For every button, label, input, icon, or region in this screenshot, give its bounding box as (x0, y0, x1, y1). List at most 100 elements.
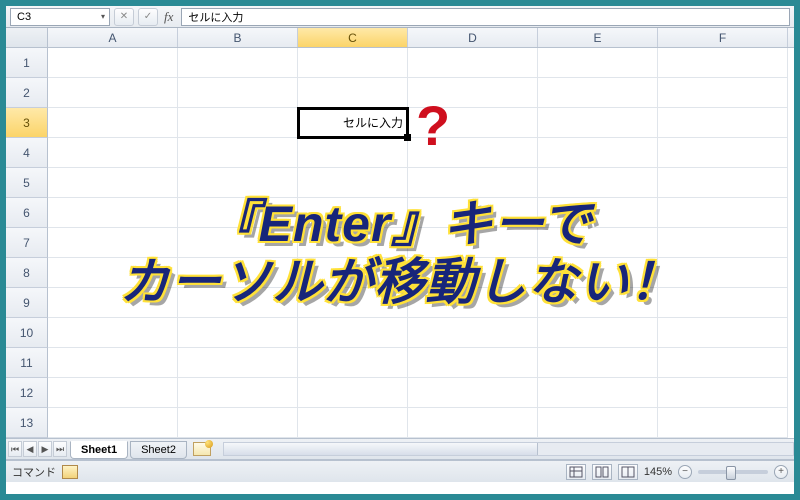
row-header-2[interactable]: 2 (6, 78, 48, 108)
row-header-8[interactable]: 8 (6, 258, 48, 288)
cell-B10[interactable] (178, 318, 298, 348)
column-header-D[interactable]: D (408, 28, 538, 47)
cell-B9[interactable] (178, 288, 298, 318)
cell-B11[interactable] (178, 348, 298, 378)
row-header-10[interactable]: 10 (6, 318, 48, 348)
cell-F12[interactable] (658, 378, 788, 408)
cell-D5[interactable] (408, 168, 538, 198)
cell-F7[interactable] (658, 228, 788, 258)
cell-A1[interactable] (48, 48, 178, 78)
fill-handle[interactable] (404, 134, 411, 141)
cell-B2[interactable] (178, 78, 298, 108)
cell-C11[interactable] (298, 348, 408, 378)
sheet-tab-sheet2[interactable]: Sheet2 (130, 441, 187, 459)
cell-D10[interactable] (408, 318, 538, 348)
macro-record-icon[interactable] (62, 465, 78, 479)
row-header-9[interactable]: 9 (6, 288, 48, 318)
zoom-in-button[interactable]: + (774, 465, 788, 479)
cell-F6[interactable] (658, 198, 788, 228)
cell-B3[interactable] (178, 108, 298, 138)
cell-F11[interactable] (658, 348, 788, 378)
sheet-nav-first[interactable]: ⏮ (8, 441, 22, 457)
new-sheet-icon[interactable] (193, 442, 211, 456)
cell-F8[interactable] (658, 258, 788, 288)
cell-E11[interactable] (538, 348, 658, 378)
cell-C1[interactable] (298, 48, 408, 78)
row-header-6[interactable]: 6 (6, 198, 48, 228)
cell-F5[interactable] (658, 168, 788, 198)
row-header-3[interactable]: 3 (6, 108, 48, 138)
zoom-out-button[interactable]: − (678, 465, 692, 479)
row-header-5[interactable]: 5 (6, 168, 48, 198)
cancel-formula-button[interactable]: ✕ (114, 8, 134, 26)
cell-A11[interactable] (48, 348, 178, 378)
column-header-B[interactable]: B (178, 28, 298, 47)
cell-C9[interactable] (298, 288, 408, 318)
cell-F1[interactable] (658, 48, 788, 78)
cell-E6[interactable] (538, 198, 658, 228)
cell-B12[interactable] (178, 378, 298, 408)
cell-F13[interactable] (658, 408, 788, 438)
cell-F10[interactable] (658, 318, 788, 348)
cell-C7[interactable] (298, 228, 408, 258)
cell-C6[interactable] (298, 198, 408, 228)
sheet-nav-next[interactable]: ▶ (38, 441, 52, 457)
column-header-F[interactable]: F (658, 28, 788, 47)
cell-D13[interactable] (408, 408, 538, 438)
cell-E10[interactable] (538, 318, 658, 348)
cell-A7[interactable] (48, 228, 178, 258)
cell-A8[interactable] (48, 258, 178, 288)
cell-E12[interactable] (538, 378, 658, 408)
cell-A12[interactable] (48, 378, 178, 408)
cell-F3[interactable] (658, 108, 788, 138)
view-pagebreak-button[interactable] (618, 464, 638, 480)
cell-E5[interactable] (538, 168, 658, 198)
accept-formula-button[interactable]: ✓ (138, 8, 158, 26)
cell-B5[interactable] (178, 168, 298, 198)
cell-A9[interactable] (48, 288, 178, 318)
cell-C12[interactable] (298, 378, 408, 408)
cell-D12[interactable] (408, 378, 538, 408)
cell-C8[interactable] (298, 258, 408, 288)
cell-B1[interactable] (178, 48, 298, 78)
cell-B7[interactable] (178, 228, 298, 258)
cell-D3[interactable] (408, 108, 538, 138)
cell-A10[interactable] (48, 318, 178, 348)
zoom-value[interactable]: 145% (644, 466, 672, 478)
cell-D7[interactable] (408, 228, 538, 258)
select-all-corner[interactable] (6, 28, 48, 47)
row-header-1[interactable]: 1 (6, 48, 48, 78)
sheet-nav-prev[interactable]: ◀ (23, 441, 37, 457)
cell-A5[interactable] (48, 168, 178, 198)
cell-D1[interactable] (408, 48, 538, 78)
cell-A6[interactable] (48, 198, 178, 228)
formula-bar[interactable]: セルに入力 (181, 8, 790, 26)
cell-E13[interactable] (538, 408, 658, 438)
cell-D4[interactable] (408, 138, 538, 168)
sheet-nav-last[interactable]: ⏭ (53, 441, 67, 457)
cell-B13[interactable] (178, 408, 298, 438)
cell-E7[interactable] (538, 228, 658, 258)
cell-E2[interactable] (538, 78, 658, 108)
cell-A3[interactable] (48, 108, 178, 138)
column-header-A[interactable]: A (48, 28, 178, 47)
cell-D8[interactable] (408, 258, 538, 288)
cell-E1[interactable] (538, 48, 658, 78)
cell-A2[interactable] (48, 78, 178, 108)
cell-C10[interactable] (298, 318, 408, 348)
row-header-7[interactable]: 7 (6, 228, 48, 258)
name-box[interactable]: C3 ▾ (10, 8, 110, 26)
cell-B4[interactable] (178, 138, 298, 168)
cell-C4[interactable] (298, 138, 408, 168)
cell-D2[interactable] (408, 78, 538, 108)
cell-E8[interactable] (538, 258, 658, 288)
cell-E4[interactable] (538, 138, 658, 168)
cell-C3[interactable]: セルに入力 (298, 108, 408, 138)
cell-D11[interactable] (408, 348, 538, 378)
view-pagelayout-button[interactable] (592, 464, 612, 480)
cell-A4[interactable] (48, 138, 178, 168)
cell-B6[interactable] (178, 198, 298, 228)
cell-A13[interactable] (48, 408, 178, 438)
cell-C13[interactable] (298, 408, 408, 438)
cell-D6[interactable] (408, 198, 538, 228)
